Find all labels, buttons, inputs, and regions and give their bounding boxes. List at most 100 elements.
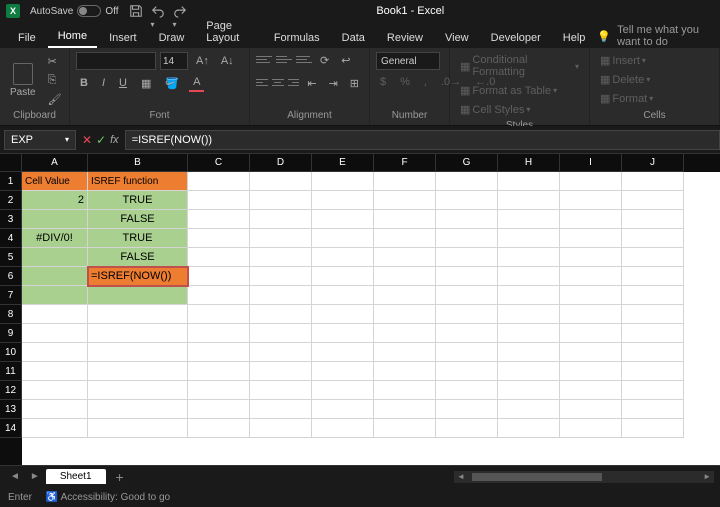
column-header-a[interactable]: A bbox=[22, 154, 88, 172]
cell-B3[interactable]: FALSE bbox=[88, 210, 188, 229]
cell-B5[interactable]: FALSE bbox=[88, 248, 188, 267]
cell-H14[interactable] bbox=[498, 419, 560, 438]
cell-F14[interactable] bbox=[374, 419, 436, 438]
cell-A14[interactable] bbox=[22, 419, 88, 438]
cell-D13[interactable] bbox=[250, 400, 312, 419]
scroll-right-icon[interactable]: ► bbox=[700, 472, 714, 481]
row-header-7[interactable]: 7 bbox=[0, 286, 22, 305]
align-middle-icon[interactable] bbox=[276, 52, 292, 66]
cell-A6[interactable] bbox=[22, 267, 88, 286]
cell-C8[interactable] bbox=[188, 305, 250, 324]
cell-E4[interactable] bbox=[312, 229, 374, 248]
cell-G10[interactable] bbox=[436, 343, 498, 362]
cell-A2[interactable]: 2 bbox=[22, 191, 88, 210]
cell-J12[interactable] bbox=[622, 381, 684, 400]
row-header-9[interactable]: 9 bbox=[0, 324, 22, 343]
cell-F6[interactable] bbox=[374, 267, 436, 286]
sheet-tab-active[interactable]: Sheet1 bbox=[46, 469, 106, 484]
save-icon[interactable] bbox=[129, 4, 143, 18]
copy-icon[interactable]: ⎘ bbox=[44, 72, 66, 89]
toggle-switch-icon[interactable] bbox=[77, 5, 101, 17]
cell-B12[interactable] bbox=[88, 381, 188, 400]
format-cells-button[interactable]: ▦ Format ▾ bbox=[596, 90, 713, 107]
cell-C5[interactable] bbox=[188, 248, 250, 267]
cell-B2[interactable]: TRUE bbox=[88, 191, 188, 210]
format-as-table-button[interactable]: ▦ Format as Table ▾ bbox=[456, 82, 583, 99]
cell-E14[interactable] bbox=[312, 419, 374, 438]
cell-G5[interactable] bbox=[436, 248, 498, 267]
wrap-text-icon[interactable]: ↩ bbox=[337, 52, 354, 69]
format-painter-icon[interactable]: 🖌 bbox=[44, 91, 66, 108]
number-format-select[interactable] bbox=[376, 52, 440, 70]
cell-G13[interactable] bbox=[436, 400, 498, 419]
cell-H10[interactable] bbox=[498, 343, 560, 362]
cell-C3[interactable] bbox=[188, 210, 250, 229]
cell-I5[interactable] bbox=[560, 248, 622, 267]
cell-G12[interactable] bbox=[436, 381, 498, 400]
cell-C1[interactable] bbox=[188, 172, 250, 191]
tab-home[interactable]: Home bbox=[48, 26, 97, 48]
cell-A3[interactable] bbox=[22, 210, 88, 229]
row-header-14[interactable]: 14 bbox=[0, 419, 22, 438]
cell-B13[interactable] bbox=[88, 400, 188, 419]
cancel-formula-icon[interactable]: ✕ bbox=[82, 133, 92, 147]
cell-J9[interactable] bbox=[622, 324, 684, 343]
sheet-nav-next-icon[interactable]: ► bbox=[26, 471, 44, 482]
cell-C10[interactable] bbox=[188, 343, 250, 362]
cell-E2[interactable] bbox=[312, 191, 374, 210]
underline-button[interactable]: U bbox=[115, 75, 131, 91]
cell-E9[interactable] bbox=[312, 324, 374, 343]
cell-E1[interactable] bbox=[312, 172, 374, 191]
insert-function-icon[interactable]: fx bbox=[110, 134, 119, 146]
cell-A12[interactable] bbox=[22, 381, 88, 400]
tab-insert[interactable]: Insert bbox=[99, 28, 147, 48]
row-header-6[interactable]: 6 bbox=[0, 267, 22, 286]
tab-view[interactable]: View bbox=[435, 28, 479, 48]
cell-D3[interactable] bbox=[250, 210, 312, 229]
cell-J4[interactable] bbox=[622, 229, 684, 248]
column-header-i[interactable]: I bbox=[560, 154, 622, 172]
cell-E8[interactable] bbox=[312, 305, 374, 324]
cell-H13[interactable] bbox=[498, 400, 560, 419]
column-header-c[interactable]: C bbox=[188, 154, 250, 172]
row-header-1[interactable]: 1 bbox=[0, 172, 22, 191]
cell-D12[interactable] bbox=[250, 381, 312, 400]
tab-formulas[interactable]: Formulas bbox=[264, 28, 330, 48]
enter-formula-icon[interactable]: ✓ bbox=[96, 133, 106, 147]
cell-D2[interactable] bbox=[250, 191, 312, 210]
tab-page-layout[interactable]: Page Layout bbox=[196, 16, 262, 48]
cell-D8[interactable] bbox=[250, 305, 312, 324]
cell-B6[interactable]: =ISREF(NOW()) bbox=[88, 267, 188, 286]
cell-I13[interactable] bbox=[560, 400, 622, 419]
cell-J5[interactable] bbox=[622, 248, 684, 267]
cell-B1[interactable]: ISREF function bbox=[88, 172, 188, 191]
row-header-13[interactable]: 13 bbox=[0, 400, 22, 419]
cell-F7[interactable] bbox=[374, 286, 436, 305]
align-bottom-icon[interactable] bbox=[296, 52, 312, 66]
tab-review[interactable]: Review bbox=[377, 28, 433, 48]
tab-developer[interactable]: Developer bbox=[481, 28, 551, 48]
cells-area[interactable]: Cell ValueISREF function2TRUEFALSE#DIV/0… bbox=[22, 172, 720, 438]
cell-C11[interactable] bbox=[188, 362, 250, 381]
align-left-icon[interactable] bbox=[256, 75, 268, 89]
cell-I10[interactable] bbox=[560, 343, 622, 362]
cell-F8[interactable] bbox=[374, 305, 436, 324]
cell-F9[interactable] bbox=[374, 324, 436, 343]
cell-D14[interactable] bbox=[250, 419, 312, 438]
cell-F4[interactable] bbox=[374, 229, 436, 248]
cell-J10[interactable] bbox=[622, 343, 684, 362]
cell-H3[interactable] bbox=[498, 210, 560, 229]
tell-me-search[interactable]: 💡 Tell me what you want to do bbox=[597, 24, 712, 48]
insert-cells-button[interactable]: ▦ Insert ▾ bbox=[596, 52, 713, 69]
cell-J7[interactable] bbox=[622, 286, 684, 305]
font-family-select[interactable] bbox=[76, 52, 156, 70]
row-header-2[interactable]: 2 bbox=[0, 191, 22, 210]
cell-A7[interactable] bbox=[22, 286, 88, 305]
formula-input[interactable]: =ISREF(NOW()) bbox=[125, 130, 720, 150]
cell-C9[interactable] bbox=[188, 324, 250, 343]
cell-E12[interactable] bbox=[312, 381, 374, 400]
cell-B7[interactable] bbox=[88, 286, 188, 305]
cell-B11[interactable] bbox=[88, 362, 188, 381]
column-header-j[interactable]: J bbox=[622, 154, 684, 172]
cell-D5[interactable] bbox=[250, 248, 312, 267]
